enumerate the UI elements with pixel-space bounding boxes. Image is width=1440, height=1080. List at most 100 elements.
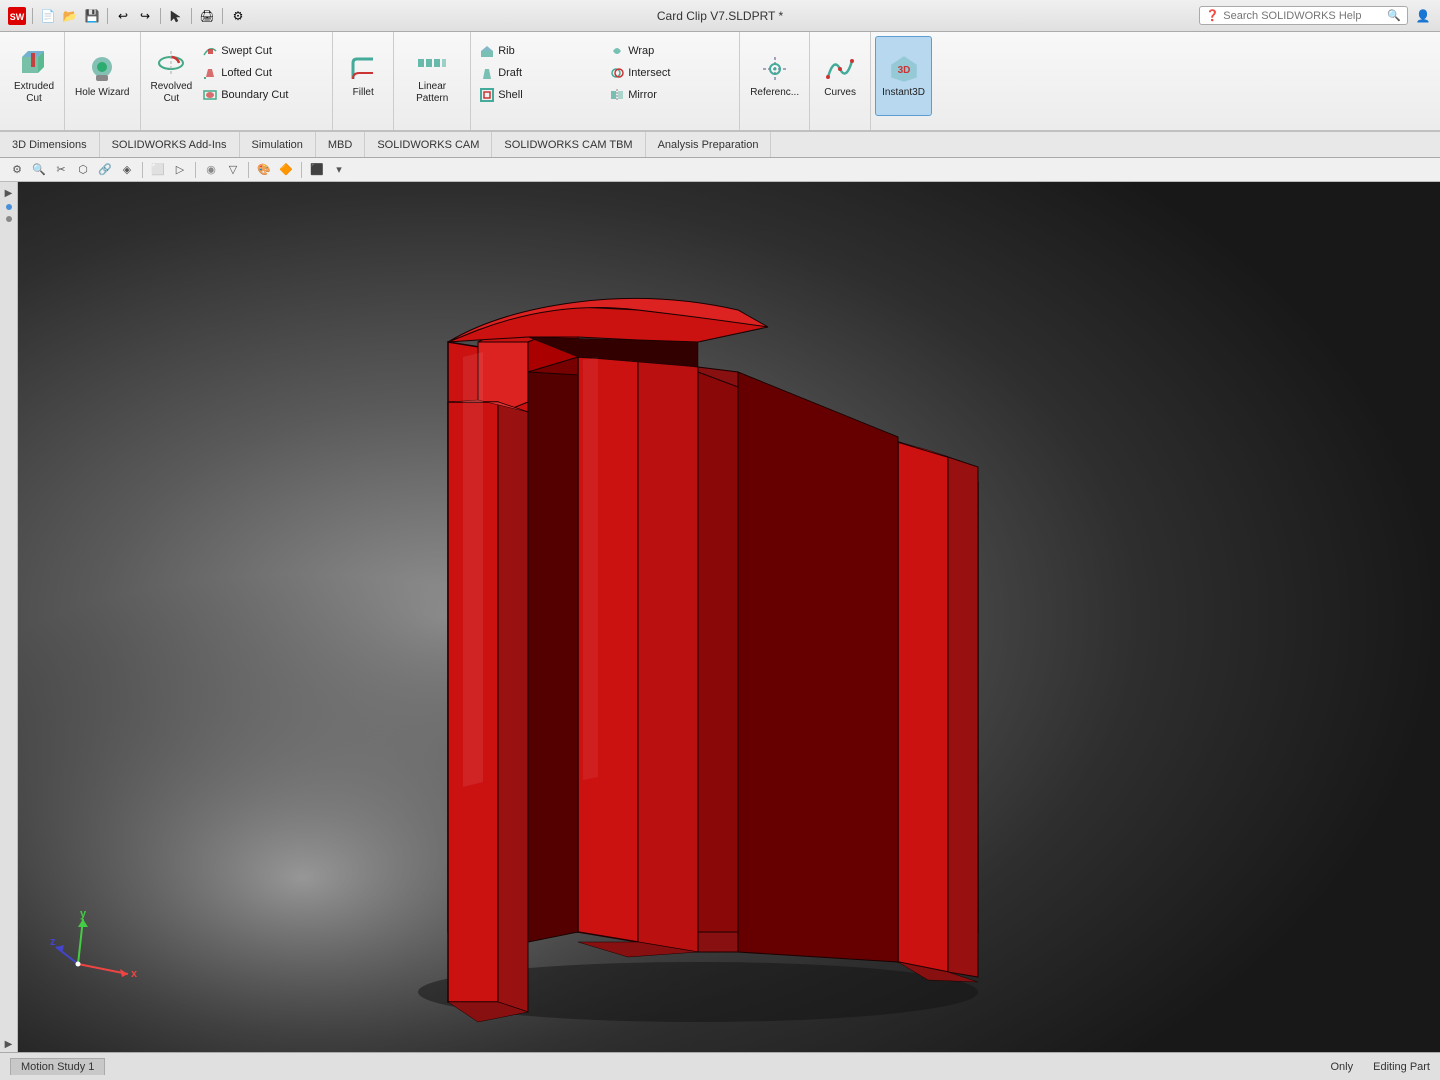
swept-cut-icon [202, 43, 218, 59]
view-icon-11[interactable]: 🎨 [255, 161, 273, 179]
hole-wizard-section: Hole Wizard [65, 32, 140, 130]
shell-button[interactable]: Shell [475, 84, 605, 106]
lofted-cut-button[interactable]: Lofted Cut [198, 62, 328, 84]
instant3d-section: 3D Instant3D [871, 32, 936, 130]
t2-sep2 [195, 162, 196, 178]
open-icon[interactable]: 📂 [61, 7, 79, 25]
options-icon[interactable]: ⚙ [229, 7, 247, 25]
instant3d-button[interactable]: 3D Instant3D [875, 36, 932, 116]
swept-cut-button[interactable]: Swept Cut [198, 40, 328, 62]
rib-icon [479, 43, 495, 59]
sep3 [160, 8, 161, 24]
search-input[interactable] [1223, 10, 1383, 22]
view-icon-14[interactable]: ▾ [330, 161, 348, 179]
sep4 [191, 8, 192, 24]
linear-pattern-label: Linear Pattern [404, 81, 460, 105]
t2-sep4 [301, 162, 302, 178]
features-section: Rib Draft Shell Wrap [471, 32, 740, 130]
boundary-cut-button[interactable]: Boundary Cut [198, 84, 328, 106]
view-icon-3[interactable]: ✂ [52, 161, 70, 179]
view-icon-4[interactable]: ⬡ [74, 161, 92, 179]
instant3d-label: Instant3D [882, 87, 925, 99]
wrap-button[interactable]: Wrap [605, 40, 735, 62]
extruded-cut-section: ExtrudedCut [4, 32, 65, 130]
revolved-cut-button[interactable]: RevolvedCut [145, 36, 199, 116]
sidebar: ▶ ▶ [0, 182, 18, 1052]
motion-study-tab[interactable]: Motion Study 1 [10, 1058, 105, 1075]
tab-3d-dimensions[interactable]: 3D Dimensions [0, 132, 100, 157]
draft-button[interactable]: Draft [475, 62, 605, 84]
fillet-icon [347, 53, 379, 85]
view-icon-8[interactable]: ▷ [171, 161, 189, 179]
tab-solidworks-addins[interactable]: SOLIDWORKS Add-Ins [100, 132, 240, 157]
draft-icon [479, 65, 495, 81]
reference-icon [759, 53, 791, 85]
view-icon-5[interactable]: 🔗 [96, 161, 114, 179]
search-box[interactable]: ❓ 🔍 [1199, 6, 1408, 25]
svg-text:3D: 3D [897, 65, 910, 76]
view-icon-7[interactable]: ⬜ [149, 161, 167, 179]
curves-label: Curves [824, 87, 856, 99]
view-icon-1[interactable]: ⚙ [8, 161, 26, 179]
titlebar-left: SW 📄 📂 💾 ↩ ↪ 🖨 ⚙ [8, 7, 247, 25]
revolved-cut-label: RevolvedCut [151, 81, 193, 105]
reference-label: Referenc... [750, 87, 799, 99]
save-icon[interactable]: 💾 [83, 7, 101, 25]
boundary-cut-label: Boundary Cut [221, 89, 288, 101]
sw-logo: SW [8, 7, 26, 25]
svg-text:z: z [50, 936, 56, 948]
sidebar-arrow-down[interactable]: ▶ [3, 1037, 15, 1052]
extruded-cut-button[interactable]: ExtrudedCut [8, 36, 60, 116]
tab-mbd[interactable]: MBD [316, 132, 365, 157]
features-small-col2: Wrap Intersect Mirror [605, 36, 735, 106]
print-icon[interactable]: 🖨 [198, 7, 216, 25]
undo-icon[interactable]: ↩ [114, 7, 132, 25]
sep2 [107, 8, 108, 24]
search-icon[interactable]: 🔍 [1387, 9, 1401, 22]
tab-solidworks-cam[interactable]: SOLIDWORKS CAM [365, 132, 492, 157]
viewport[interactable]: x y z [18, 182, 1440, 1052]
select-icon[interactable] [167, 7, 185, 25]
redo-icon[interactable]: ↪ [136, 7, 154, 25]
fillet-button[interactable]: Fillet [337, 36, 389, 116]
revolved-cut-icon [155, 47, 187, 79]
instant3d-icon: 3D [888, 53, 920, 85]
intersect-button[interactable]: Intersect [605, 62, 735, 84]
new-icon[interactable]: 📄 [39, 7, 57, 25]
intersect-label: Intersect [628, 67, 670, 79]
intersect-icon [609, 65, 625, 81]
t2-sep3 [248, 162, 249, 178]
curves-icon [824, 53, 856, 85]
user-icon[interactable]: 👤 [1414, 7, 1432, 25]
model-svg [18, 182, 1440, 1052]
view-icon-13[interactable]: ⬛ [308, 161, 326, 179]
fillet-section: Fillet [333, 32, 394, 130]
view-icon-6[interactable]: ◈ [118, 161, 136, 179]
extruded-cut-icon [18, 47, 50, 79]
cut-small-col: Swept Cut Lofted Cut Boundary Cut [198, 36, 328, 106]
t2-sep1 [142, 162, 143, 178]
sidebar-dot-2 [6, 216, 12, 222]
hole-wizard-button[interactable]: Hole Wizard [69, 36, 135, 116]
mirror-button[interactable]: Mirror [605, 84, 735, 106]
reference-button[interactable]: Referenc... [744, 36, 805, 116]
tab-simulation[interactable]: Simulation [240, 132, 316, 157]
curves-button[interactable]: Curves [814, 36, 866, 116]
view-icon-2[interactable]: 🔍 [30, 161, 48, 179]
view-icon-12[interactable]: 🔶 [277, 161, 295, 179]
revolved-cut-section: RevolvedCut Swept Cut Lofted Cut [141, 32, 334, 130]
help-icon: ❓ [1206, 9, 1220, 22]
tab-solidworks-cam-tbm[interactable]: SOLIDWORKS CAM TBM [492, 132, 645, 157]
view-icon-9[interactable]: ◉ [202, 161, 220, 179]
view-icon-10[interactable]: ▽ [224, 161, 242, 179]
status-left: Only [1331, 1061, 1354, 1073]
status-right: Editing Part [1373, 1061, 1430, 1073]
svg-text:y: y [80, 909, 87, 920]
sidebar-arrow-up[interactable]: ▶ [3, 186, 15, 201]
wrap-icon [609, 43, 625, 59]
linear-pattern-button[interactable]: Linear Pattern [398, 36, 466, 116]
tab-analysis-preparation[interactable]: Analysis Preparation [646, 132, 772, 157]
title-text: Card Clip V7.SLDPRT * [657, 9, 783, 23]
rib-button[interactable]: Rib [475, 40, 605, 62]
mirror-icon [609, 87, 625, 103]
